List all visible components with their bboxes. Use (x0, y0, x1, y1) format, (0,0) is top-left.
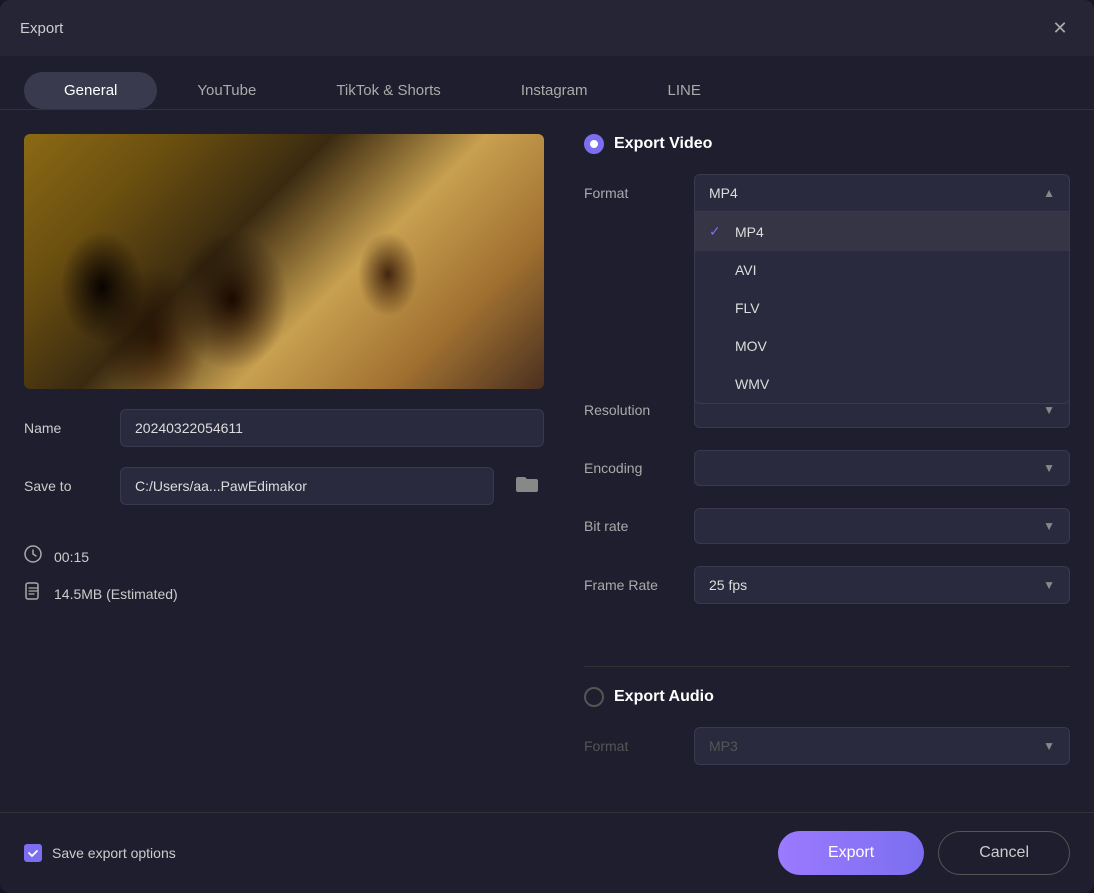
format-label: Format (584, 185, 694, 201)
audio-format-label: Format (584, 738, 694, 754)
chevron-up-icon: ▲ (1043, 186, 1055, 200)
export-audio-title: Export Audio (614, 688, 714, 706)
format-option-flv[interactable]: FLV (695, 289, 1069, 327)
duration-item: 00:15 (24, 545, 544, 568)
save-to-label: Save to (24, 478, 104, 494)
size-item: 14.5MB (Estimated) (24, 582, 544, 605)
format-option-mp4[interactable]: ✓ MP4 (695, 212, 1069, 251)
format-option-wmv[interactable]: WMV (695, 365, 1069, 403)
tab-line[interactable]: LINE (628, 72, 741, 109)
save-options: Save export options (24, 844, 176, 862)
format-selected-value: MP4 (709, 185, 738, 201)
bit-rate-label: Bit rate (584, 518, 694, 534)
name-field-group: Name (24, 409, 544, 447)
bit-rate-chevron-icon: ▼ (1043, 519, 1055, 533)
tab-general[interactable]: General (24, 72, 157, 109)
tab-bar: General YouTube TikTok & Shorts Instagra… (0, 56, 1094, 110)
encoding-label: Encoding (584, 460, 694, 476)
tab-youtube[interactable]: YouTube (157, 72, 296, 109)
close-button[interactable]: ✕ (1046, 14, 1074, 42)
audio-format-select: MP3 ▼ (694, 727, 1070, 765)
format-option-avi-label: AVI (735, 262, 757, 278)
duration-value: 00:15 (54, 549, 89, 565)
format-row: Format MP4 ▲ ✓ MP4 (584, 174, 1070, 212)
dialog-title: Export (20, 20, 63, 37)
bit-rate-select[interactable]: ▼ (694, 508, 1070, 544)
bit-rate-row: Bit rate ▼ (584, 508, 1070, 544)
footer-buttons: Export Cancel (778, 831, 1070, 875)
frame-rate-row: Frame Rate 25 fps ▼ (584, 566, 1070, 604)
check-icon: ✓ (709, 223, 725, 240)
meta-info: 00:15 14.5MB (Estimated) (24, 545, 544, 605)
format-wrapper: MP4 ▲ ✓ MP4 AVI (694, 174, 1070, 212)
tab-tiktok[interactable]: TikTok & Shorts (296, 72, 480, 109)
export-audio-radio[interactable] (584, 687, 604, 707)
format-select[interactable]: MP4 ▲ (694, 174, 1070, 212)
right-panel: Export Video Format MP4 ▲ ✓ MP4 (584, 134, 1070, 788)
left-panel: Name Save to (24, 134, 544, 788)
resolution-chevron-icon: ▼ (1043, 403, 1055, 417)
video-overlay (24, 134, 544, 389)
encoding-select[interactable]: ▼ (694, 450, 1070, 486)
save-to-input[interactable] (120, 467, 494, 505)
clock-icon (24, 545, 42, 568)
frame-rate-select[interactable]: 25 fps ▼ (694, 566, 1070, 604)
frame-rate-wrapper: 25 fps ▼ (694, 566, 1070, 604)
audio-format-chevron-icon: ▼ (1043, 739, 1055, 753)
titlebar: Export ✕ (0, 0, 1094, 56)
format-option-mov-label: MOV (735, 338, 767, 354)
export-button[interactable]: Export (778, 831, 924, 875)
cancel-button[interactable]: Cancel (938, 831, 1070, 875)
file-icon (24, 582, 42, 605)
format-option-mov[interactable]: MOV (695, 327, 1069, 365)
format-option-mp4-label: MP4 (735, 224, 764, 240)
format-option-avi[interactable]: AVI (695, 251, 1069, 289)
format-option-flv-label: FLV (735, 300, 760, 316)
save-export-label: Save export options (52, 845, 176, 861)
section-divider (584, 666, 1070, 667)
format-option-wmv-label: WMV (735, 376, 769, 392)
save-export-checkbox[interactable] (24, 844, 42, 862)
name-input[interactable] (120, 409, 544, 447)
footer: Save export options Export Cancel (0, 812, 1094, 893)
export-video-radio[interactable] (584, 134, 604, 154)
export-dialog: Export ✕ General YouTube TikTok & Shorts… (0, 0, 1094, 893)
format-dropdown: ✓ MP4 AVI FLV (694, 212, 1070, 404)
encoding-wrapper: ▼ (694, 450, 1070, 486)
browse-folder-button[interactable] (510, 467, 544, 505)
export-video-header: Export Video (584, 134, 1070, 154)
video-thumbnail (24, 134, 544, 389)
video-preview (24, 134, 544, 389)
frame-rate-chevron-icon: ▼ (1043, 578, 1055, 592)
size-value: 14.5MB (Estimated) (54, 586, 178, 602)
audio-format-value: MP3 (709, 738, 738, 754)
encoding-chevron-icon: ▼ (1043, 461, 1055, 475)
export-video-title: Export Video (614, 135, 712, 153)
name-label: Name (24, 420, 104, 436)
export-video-section: Export Video Format MP4 ▲ ✓ MP4 (584, 134, 1070, 626)
frame-rate-label: Frame Rate (584, 577, 694, 593)
resolution-label: Resolution (584, 402, 694, 418)
export-audio-header: Export Audio (584, 687, 1070, 707)
encoding-row: Encoding ▼ (584, 450, 1070, 486)
main-content: Name Save to (0, 110, 1094, 812)
frame-rate-value: 25 fps (709, 577, 747, 593)
bit-rate-wrapper: ▼ (694, 508, 1070, 544)
export-audio-section: Export Audio Format MP3 ▼ (584, 687, 1070, 787)
audio-format-wrapper: MP3 ▼ (694, 727, 1070, 765)
tab-instagram[interactable]: Instagram (481, 72, 628, 109)
save-to-field-group: Save to (24, 467, 544, 505)
audio-format-row: Format MP3 ▼ (584, 727, 1070, 765)
